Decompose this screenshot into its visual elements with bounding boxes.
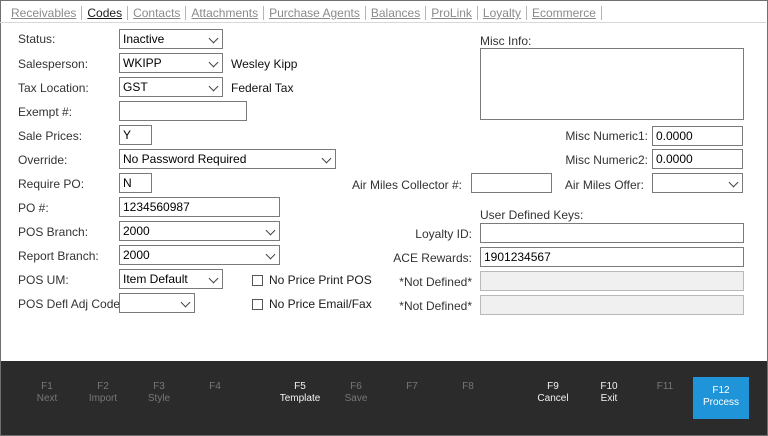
require-po-label: Require PO: (18, 177, 85, 191)
pos-branch-label: POS Branch: (18, 225, 89, 239)
tab-balances[interactable]: Balances (366, 6, 427, 20)
no-price-print-pos-checkbox[interactable]: No Price Print POS (252, 273, 372, 287)
po-number-label: PO #: (18, 201, 49, 215)
salesperson-name: Wesley Kipp (231, 57, 298, 71)
f1-next-button[interactable]: F1 Next (19, 381, 75, 405)
chevron-down-icon (265, 249, 276, 260)
sale-prices-input[interactable]: Y (119, 125, 152, 145)
f2-import-button[interactable]: F2 Import (75, 381, 131, 405)
pos-branch-select[interactable]: 2000 (119, 221, 280, 241)
checkbox-box[interactable] (252, 274, 263, 286)
salesperson-select[interactable]: WKIPP (119, 53, 223, 73)
air-miles-collector-input[interactable] (471, 173, 552, 193)
air-miles-collector-label: Air Miles Collector #: (351, 178, 462, 192)
tab-codes[interactable]: Codes (82, 6, 129, 20)
pos-um-label: POS UM: (18, 273, 69, 287)
not-defined-label-2: *Not Defined* (399, 299, 472, 313)
misc-numeric1-input[interactable]: 0.0000 (652, 126, 743, 146)
pos-um-select[interactable]: Item Default (119, 269, 223, 289)
exempt-label: Exempt #: (18, 105, 73, 119)
no-price-email-fax-checkbox[interactable]: No Price Email/Fax (252, 297, 372, 311)
f12-process-button[interactable]: F12 Process (693, 377, 749, 419)
chevron-down-icon (728, 177, 739, 188)
salesperson-label: Salesperson: (18, 57, 89, 71)
user-defined-keys-label: User Defined Keys: (480, 208, 584, 222)
f9-cancel-button[interactable]: F9 Cancel (525, 381, 581, 405)
exempt-input[interactable] (119, 101, 247, 121)
loyalty-id-input[interactable] (480, 223, 744, 243)
misc-numeric2-label: Misc Numeric2: (565, 153, 648, 167)
report-branch-label: Report Branch: (18, 249, 99, 263)
misc-numeric2-input[interactable]: 0.0000 (652, 149, 743, 169)
f3-style-button[interactable]: F3 Style (131, 381, 187, 405)
not-defined-label-1: *Not Defined* (399, 275, 472, 289)
not-defined-input-1 (480, 271, 744, 291)
tab-purchase-agents[interactable]: Purchase Agents (264, 6, 366, 20)
no-price-print-pos-label: No Price Print POS (269, 273, 372, 287)
tab-receivables[interactable]: Receivables (6, 6, 83, 20)
f10-exit-button[interactable]: F10 Exit (581, 381, 637, 405)
chevron-down-icon (321, 153, 332, 164)
tab-loyalty[interactable]: Loyalty (478, 6, 527, 20)
misc-info-textarea[interactable] (480, 48, 744, 120)
chevron-down-icon (208, 273, 219, 284)
chevron-down-icon (208, 57, 219, 68)
chevron-down-icon (208, 81, 219, 92)
no-price-email-fax-label: No Price Email/Fax (269, 297, 372, 311)
po-number-input[interactable]: 1234560987 (119, 197, 280, 217)
override-label: Override: (18, 153, 68, 167)
function-key-bar: F1 Next F2 Import F3 Style F4 F5 Template F6… (1, 361, 767, 435)
f5-template-button[interactable]: F5 Template (272, 381, 328, 405)
report-branch-select[interactable]: 2000 (119, 245, 280, 265)
f8-button[interactable]: F8 (440, 381, 496, 393)
chevron-down-icon (265, 225, 276, 236)
chevron-down-icon (208, 33, 219, 44)
override-select[interactable]: No Password Required (119, 149, 336, 169)
status-select[interactable]: Inactive (119, 29, 223, 49)
pos-defl-adj-label: POS Defl Adj Code: (18, 297, 124, 311)
f6-save-button[interactable]: F6 Save (328, 381, 384, 405)
f11-button[interactable]: F11 (637, 381, 693, 393)
ace-rewards-input[interactable]: 1901234567 (480, 247, 744, 267)
f7-button[interactable]: F7 (384, 381, 440, 393)
tax-location-desc: Federal Tax (231, 81, 294, 95)
sale-prices-label: Sale Prices: (18, 129, 83, 143)
misc-info-label: Misc Info: (480, 34, 532, 48)
require-po-input[interactable]: N (119, 173, 152, 193)
chevron-down-icon (180, 297, 191, 308)
tab-contacts[interactable]: Contacts (128, 6, 187, 20)
air-miles-offer-label: Air Miles Offer: (564, 178, 644, 192)
ace-rewards-label: ACE Rewards: (393, 251, 472, 265)
loyalty-id-label: Loyalty ID: (415, 227, 472, 241)
tab-prolink[interactable]: ProLink (426, 6, 478, 20)
tab-divider (0, 22, 766, 23)
tax-location-label: Tax Location: (18, 81, 89, 95)
tax-location-select[interactable]: GST (119, 77, 223, 97)
not-defined-input-2 (480, 295, 744, 315)
status-label: Status: (18, 32, 56, 46)
f4-button[interactable]: F4 (187, 381, 243, 393)
pos-defl-adj-select[interactable] (119, 293, 195, 313)
checkbox-box[interactable] (252, 298, 263, 310)
tab-bar: Receivables Codes Contacts Attachments P… (6, 3, 602, 23)
misc-numeric1-label: Misc Numeric1: (565, 129, 648, 143)
tab-attachments[interactable]: Attachments (186, 6, 265, 20)
air-miles-offer-select[interactable] (652, 173, 743, 193)
tab-ecommerce[interactable]: Ecommerce (527, 6, 602, 20)
